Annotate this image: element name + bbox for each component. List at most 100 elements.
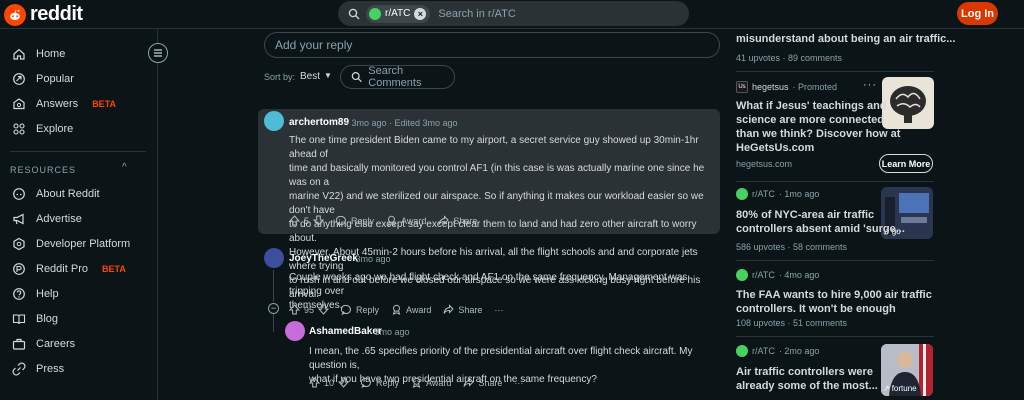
subreddit-name[interactable]: r/ATC [752, 189, 775, 199]
sidebar-item-label: Developer Platform [36, 238, 131, 250]
search-comments-button[interactable]: Search Comments [340, 65, 455, 89]
sidebar-item-about-reddit[interactable]: About Reddit [12, 185, 100, 203]
downvote-icon[interactable] [313, 215, 325, 226]
comment-actions: 5 Reply Award Share [289, 215, 477, 226]
comment-actions: 10 Reply Award Share ··· [309, 377, 523, 388]
add-reply-input[interactable]: Add your reply [264, 32, 720, 58]
related-post-title[interactable]: Air traffic controllers were already som… [736, 365, 878, 393]
subreddit-icon[interactable] [736, 345, 748, 357]
chip-close-icon[interactable]: × [414, 7, 427, 20]
vote-count: 10 [324, 377, 335, 388]
comments-area: Add your reply Sort by: Best ▼ Search Co… [158, 29, 720, 400]
sort-label: Sort by: [264, 72, 296, 82]
sidebar-item-label: Press [36, 363, 65, 375]
sidebar-item-blog[interactable]: Blog [12, 310, 58, 328]
award-button[interactable]: Award [391, 304, 431, 315]
more-options-icon[interactable]: ··· [514, 378, 523, 388]
vote-control: 5 [289, 215, 325, 226]
sidebar-item-press[interactable]: Press [12, 360, 64, 378]
downvote-icon[interactable] [338, 377, 350, 388]
avatar[interactable] [285, 321, 305, 341]
sidebar-item-reddit-pro[interactable]: Reddit Pro BETA [12, 260, 126, 278]
vote-count: 95 [304, 304, 315, 315]
related-post-title[interactable]: misunderstand about being an air traffic… [736, 32, 955, 46]
share-button[interactable]: Share [438, 215, 477, 226]
thread-line[interactable] [273, 314, 274, 332]
subreddit-icon[interactable] [736, 269, 748, 281]
avatar[interactable] [264, 111, 284, 131]
promoted-tag: · Promoted [792, 82, 838, 92]
search-bar[interactable]: r/ATC × Search in r/ATC [338, 1, 689, 26]
external-link-badge: ↗ fortune [883, 384, 917, 393]
comment-line: marine V22) and we sterilized our airspa… [289, 191, 704, 216]
thread-line[interactable] [273, 270, 274, 302]
reddit-logo[interactable]: reddit [4, 3, 83, 26]
post-age: · 4mo ago [778, 270, 820, 280]
upvote-icon[interactable] [309, 377, 320, 388]
chevron-up-icon[interactable]: ^ [122, 162, 127, 173]
comment-meta: · 3mo ago [369, 327, 410, 337]
upvote-icon[interactable] [289, 304, 300, 315]
sidebar-item-careers[interactable]: Careers [12, 335, 75, 353]
login-button[interactable]: Log In [957, 2, 998, 25]
chevron-down-icon[interactable]: ▼ [324, 71, 332, 80]
subreddit-chip[interactable]: r/ATC × [366, 4, 431, 23]
sidebar-item-label: Popular [36, 73, 74, 85]
comment-icon [341, 304, 351, 315]
subreddit-icon [369, 7, 381, 20]
comment-author[interactable]: archertom89 [289, 117, 349, 128]
award-button[interactable]: Award [411, 377, 451, 388]
subreddit-name[interactable]: r/ATC [752, 270, 775, 280]
advertiser-avatar[interactable]: Us [736, 81, 748, 93]
comment-icon [336, 215, 346, 226]
search-icon [348, 8, 360, 19]
upvote-icon[interactable] [289, 215, 300, 226]
left-sidebar: Home Popular Answers BETA Explore RESOURC… [0, 29, 158, 400]
comment-meta: · 3mo ago · Edited 3mo ago [346, 118, 458, 128]
sidebar-item-explore[interactable]: Explore [12, 120, 73, 138]
reply-button[interactable]: Reply [336, 215, 374, 226]
post-thumbnail[interactable]: ↗ fortune [881, 344, 933, 396]
post-title-line: The FAA wants to hire 9,000 air traffic [736, 289, 932, 301]
award-button[interactable]: Award [386, 215, 426, 226]
developer-icon [13, 237, 25, 251]
subreddit-name[interactable]: r/ATC [752, 346, 775, 356]
sidebar-item-home[interactable]: Home [12, 45, 65, 63]
more-options-icon[interactable]: ··· [494, 305, 503, 315]
sidebar-item-answers[interactable]: Answers BETA [12, 95, 116, 113]
post-title-line: Air traffic controllers were [736, 366, 873, 378]
popular-icon [13, 73, 25, 85]
sidebar-item-help[interactable]: Help [12, 285, 59, 303]
reply-button[interactable]: Reply [361, 377, 399, 388]
collapse-thread-icon[interactable]: − [268, 303, 279, 314]
divider [736, 181, 934, 182]
sidebar-item-developer-platform[interactable]: Developer Platform [12, 235, 130, 253]
learn-more-button[interactable]: Learn More [879, 154, 933, 173]
award-label: Award [426, 377, 452, 388]
related-post-header: r/ATC · 2mo ago [736, 345, 819, 357]
sidebar-item-advertise[interactable]: Advertise [12, 210, 82, 228]
promo-title-line: What if Jesus' teachings and [736, 100, 887, 112]
top-bar: reddit r/ATC × Search in r/ATC Log In [0, 0, 1024, 29]
avatar[interactable] [264, 248, 284, 268]
share-button[interactable]: Share [463, 377, 502, 388]
search-input[interactable]: Search in r/ATC [438, 8, 515, 20]
downvote-icon[interactable] [318, 304, 330, 315]
post-title-line: 80% of NYC-area air traffic [736, 209, 875, 221]
promo-title[interactable]: What if Jesus' teachings and science are… [736, 99, 900, 155]
share-button[interactable]: Share [443, 304, 482, 315]
promo-domain[interactable]: hegetsus.com [736, 159, 792, 169]
subreddit-icon[interactable] [736, 188, 748, 200]
sidebar-item-popular[interactable]: Popular [12, 70, 74, 88]
advertiser-name[interactable]: hegetsus [752, 82, 789, 92]
award-icon [412, 377, 421, 388]
comment-line: I mean, the .65 specifies priority of th… [309, 346, 693, 371]
resources-section-title[interactable]: RESOURCES [10, 165, 76, 175]
sidebar-item-label: Careers [36, 338, 76, 350]
related-post-title[interactable]: 80% of NYC-area air traffic controllers … [736, 208, 905, 236]
reply-button[interactable]: Reply [341, 304, 379, 315]
comment-author[interactable]: JoeyTheGreek [289, 253, 358, 264]
related-post-title[interactable]: The FAA wants to hire 9,000 air traffic … [736, 288, 932, 316]
sort-dropdown[interactable]: Best [300, 71, 320, 82]
more-options-icon[interactable]: ··· [863, 79, 877, 91]
